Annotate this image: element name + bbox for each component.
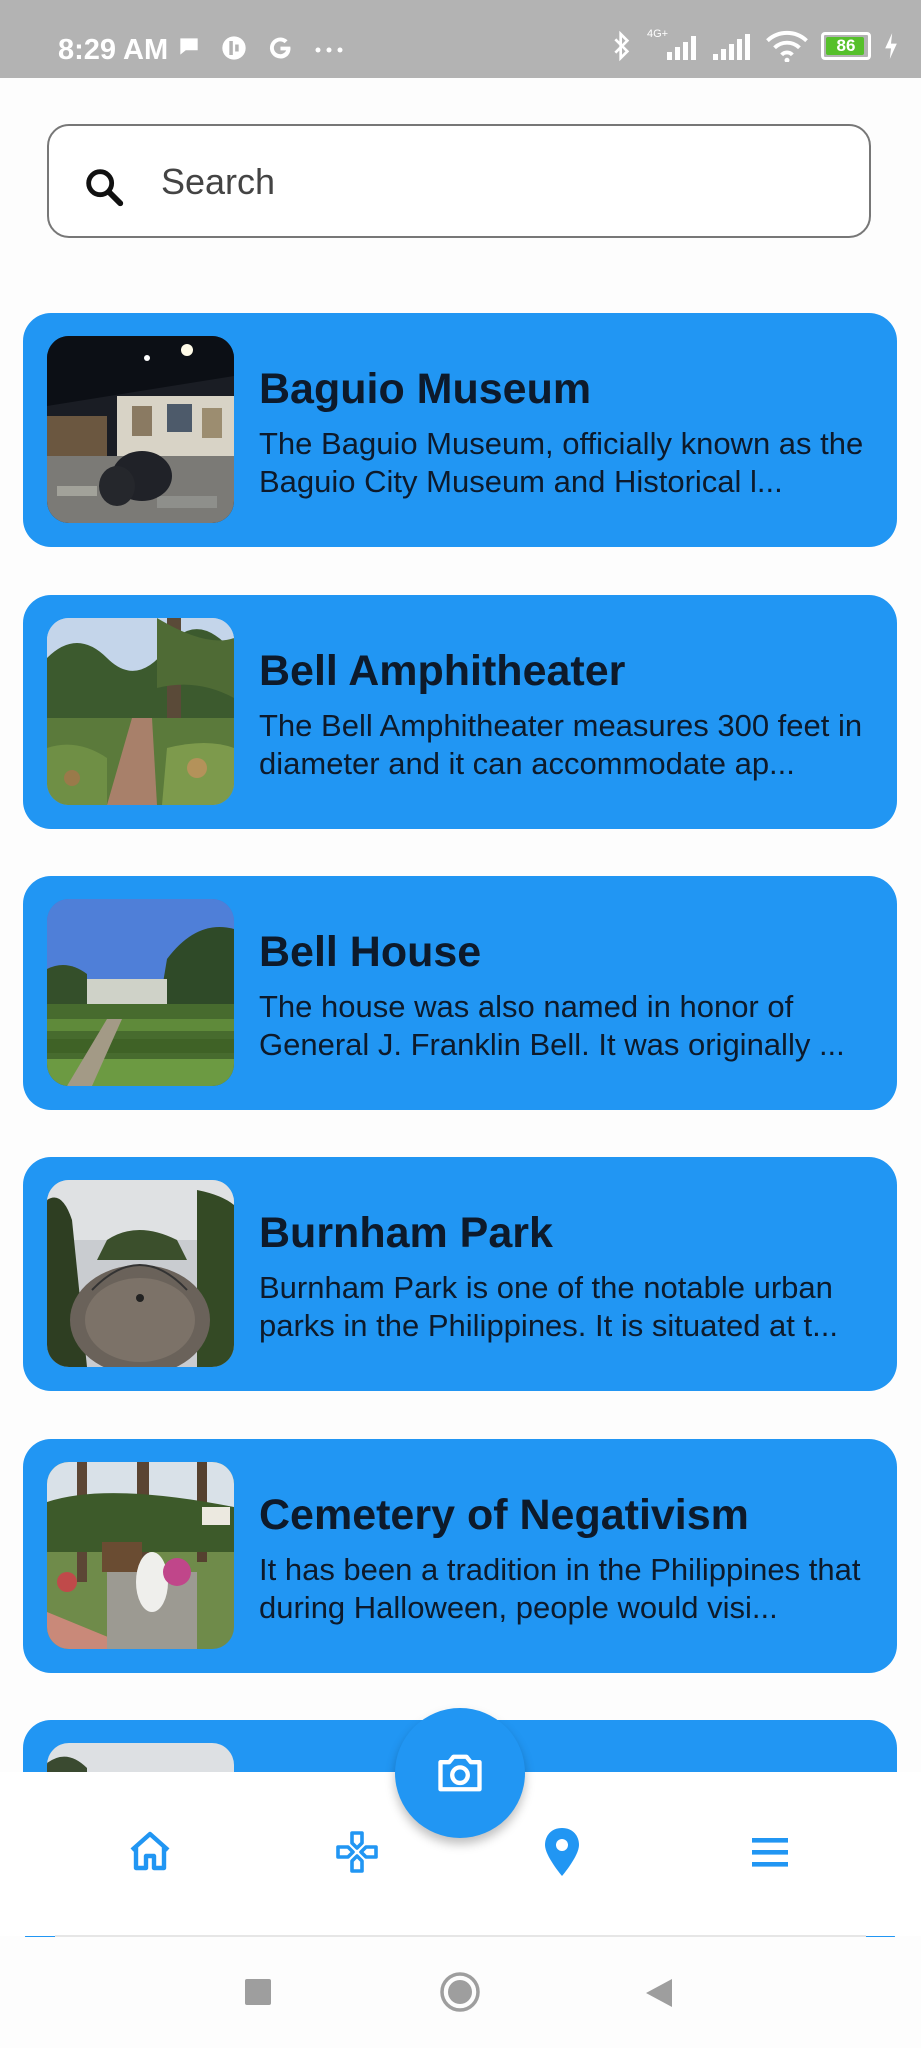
menu-icon xyxy=(752,1838,788,1867)
place-title: Cemetery of Negativism xyxy=(259,1491,749,1539)
place-card[interactable]: Burnham Park Burnham Park is one of the … xyxy=(23,1157,897,1391)
circle-icon xyxy=(440,1972,480,2012)
back-button[interactable] xyxy=(644,1977,674,2014)
charging-icon xyxy=(885,33,897,59)
notification-icons xyxy=(176,34,346,62)
system-status-icons: 4G+ 86 xyxy=(611,28,899,62)
search-bar[interactable] xyxy=(47,124,871,238)
more-dots-icon xyxy=(315,47,343,53)
location-pin-icon xyxy=(545,1828,579,1876)
place-thumbnail xyxy=(47,1180,234,1367)
place-thumbnail xyxy=(47,336,234,523)
place-description: It has been a tradition in the Philippin… xyxy=(259,1552,861,1625)
back-triangle-icon xyxy=(646,1979,672,2007)
nav-menu[interactable] xyxy=(746,1828,794,1876)
place-description: The Bell Amphitheater measures 300 feet … xyxy=(259,708,863,781)
nav-home[interactable] xyxy=(126,1828,174,1876)
place-title: Bell House xyxy=(259,928,482,976)
square-icon xyxy=(245,1979,271,2005)
place-description: Burnham Park is one of the notable urban… xyxy=(259,1270,838,1343)
status-time: 8:29 AM xyxy=(58,34,169,66)
gamepad-icon xyxy=(336,1831,378,1873)
place-card[interactable]: Bell House The house was also named in h… xyxy=(23,876,897,1110)
signal-icon xyxy=(713,34,750,60)
camera-icon xyxy=(438,1754,482,1792)
recent-apps-button[interactable] xyxy=(244,1978,272,2011)
bluetooth-icon xyxy=(614,30,630,62)
search-input[interactable] xyxy=(159,126,843,238)
home-icon xyxy=(130,1831,170,1871)
signal-4g-icon: 4G+ xyxy=(645,28,699,62)
nav-map[interactable] xyxy=(538,1828,586,1876)
home-system-button[interactable] xyxy=(439,1971,481,2018)
place-title: Baguio Museum xyxy=(259,365,592,413)
mute-icon xyxy=(222,36,246,60)
battery-icon: 86 xyxy=(821,32,871,60)
place-card[interactable]: Cemetery of Negativism It has been a tra… xyxy=(23,1439,897,1673)
camera-button[interactable] xyxy=(395,1708,525,1838)
place-thumbnail xyxy=(47,618,234,805)
place-title: Burnham Park xyxy=(259,1209,553,1257)
battery-level: 86 xyxy=(836,36,856,55)
wifi-icon xyxy=(766,30,808,62)
place-title: Bell Amphitheater xyxy=(259,647,626,695)
place-description: The Baguio Museum, officially known as t… xyxy=(259,426,864,499)
nav-games[interactable] xyxy=(333,1828,381,1876)
chat-bubble-icon xyxy=(180,38,198,55)
place-thumbnail xyxy=(47,899,234,1086)
place-description: The house was also named in honor of Gen… xyxy=(259,989,845,1062)
place-thumbnail xyxy=(47,1462,234,1649)
status-bar: 8:29 AM 4G+ 86 xyxy=(0,0,921,78)
place-card[interactable]: Baguio Museum The Baguio Museum, officia… xyxy=(23,313,897,547)
search-icon xyxy=(86,169,124,207)
google-icon xyxy=(269,37,291,59)
place-card[interactable]: Bell Amphitheater The Bell Amphitheater … xyxy=(23,595,897,829)
